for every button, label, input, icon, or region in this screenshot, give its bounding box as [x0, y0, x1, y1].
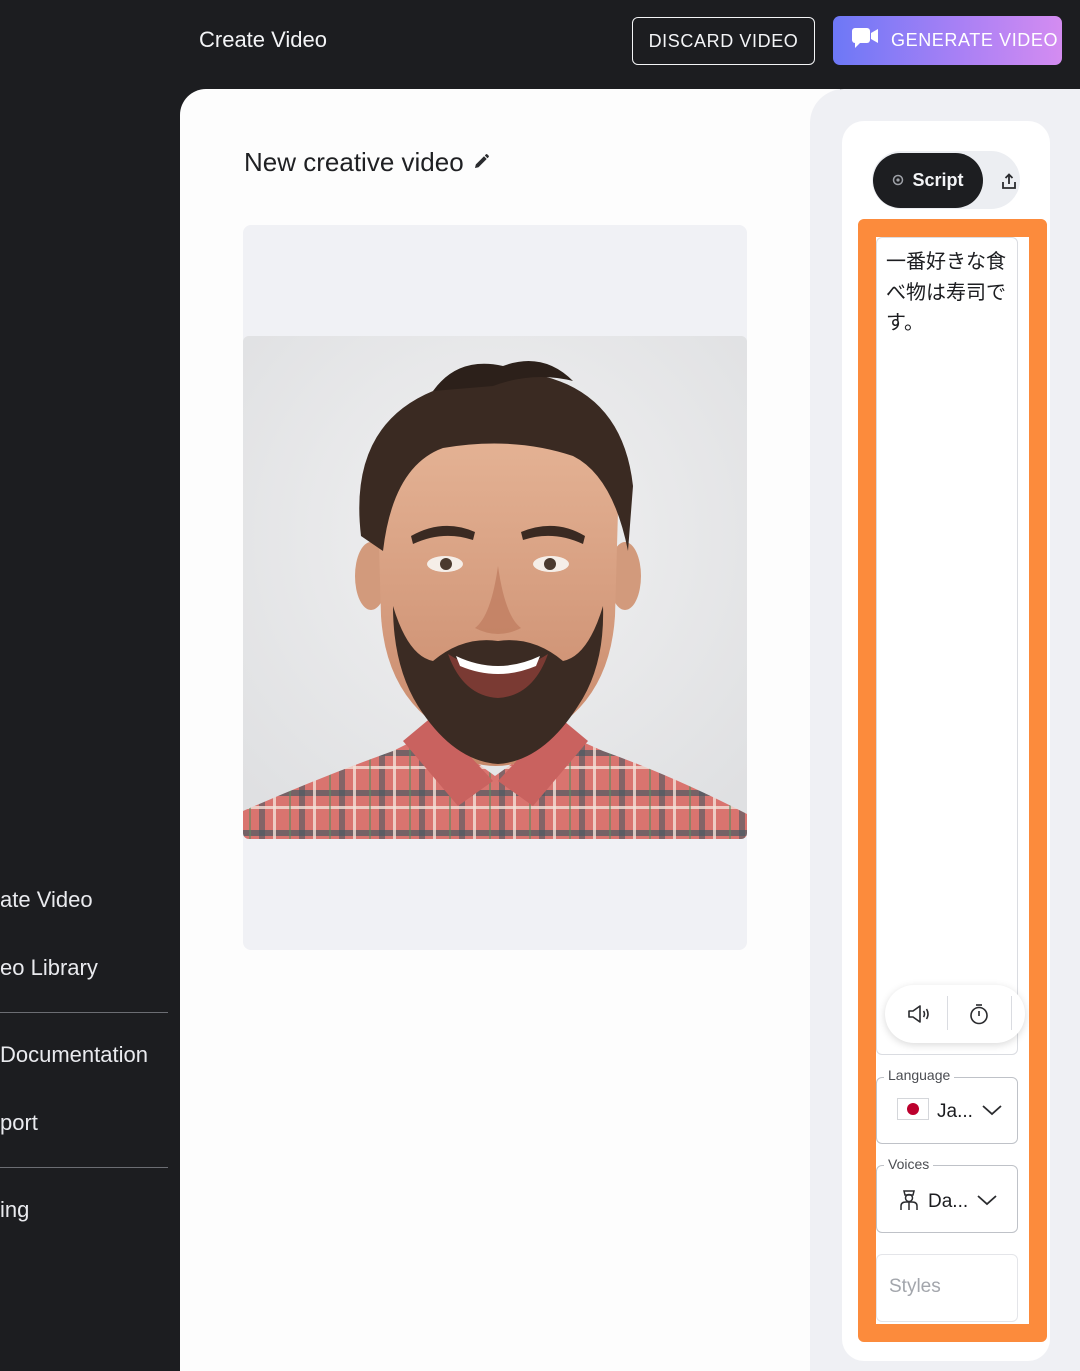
generate-video-label: GENERATE VIDEO — [891, 30, 1059, 50]
tab-script[interactable]: Script — [873, 153, 983, 208]
video-camera-icon — [851, 26, 879, 55]
video-title-text: New creative video — [244, 147, 464, 177]
sidebar-item-support[interactable]: port — [0, 1110, 38, 1136]
share-icon[interactable] — [995, 168, 1023, 196]
sidebar: ate Video eo Library Documentation port … — [0, 0, 180, 1371]
page-title: Create Video — [199, 27, 328, 52]
pencil-icon[interactable] — [472, 147, 490, 178]
script-tab-icon — [892, 170, 904, 191]
generate-video-button[interactable]: GENERATE VIDEO — [833, 16, 1062, 65]
sidebar-item-billing[interactable]: ing — [0, 1197, 29, 1223]
sidebar-divider — [0, 1012, 168, 1013]
editor-canvas: New creative video — [180, 89, 840, 1371]
sidebar-divider — [0, 1167, 168, 1168]
discard-video-button[interactable]: DISCARD VIDEO — [632, 17, 815, 65]
sidebar-item-documentation[interactable]: Documentation — [0, 1042, 148, 1068]
video-preview — [243, 225, 747, 950]
video-title[interactable]: New creative video — [244, 147, 490, 178]
highlight-box — [858, 219, 1047, 1342]
sidebar-item-create-video[interactable]: ate Video — [0, 887, 93, 913]
sidebar-item-video-library[interactable]: eo Library — [0, 955, 98, 981]
avatar-photo — [243, 336, 747, 839]
